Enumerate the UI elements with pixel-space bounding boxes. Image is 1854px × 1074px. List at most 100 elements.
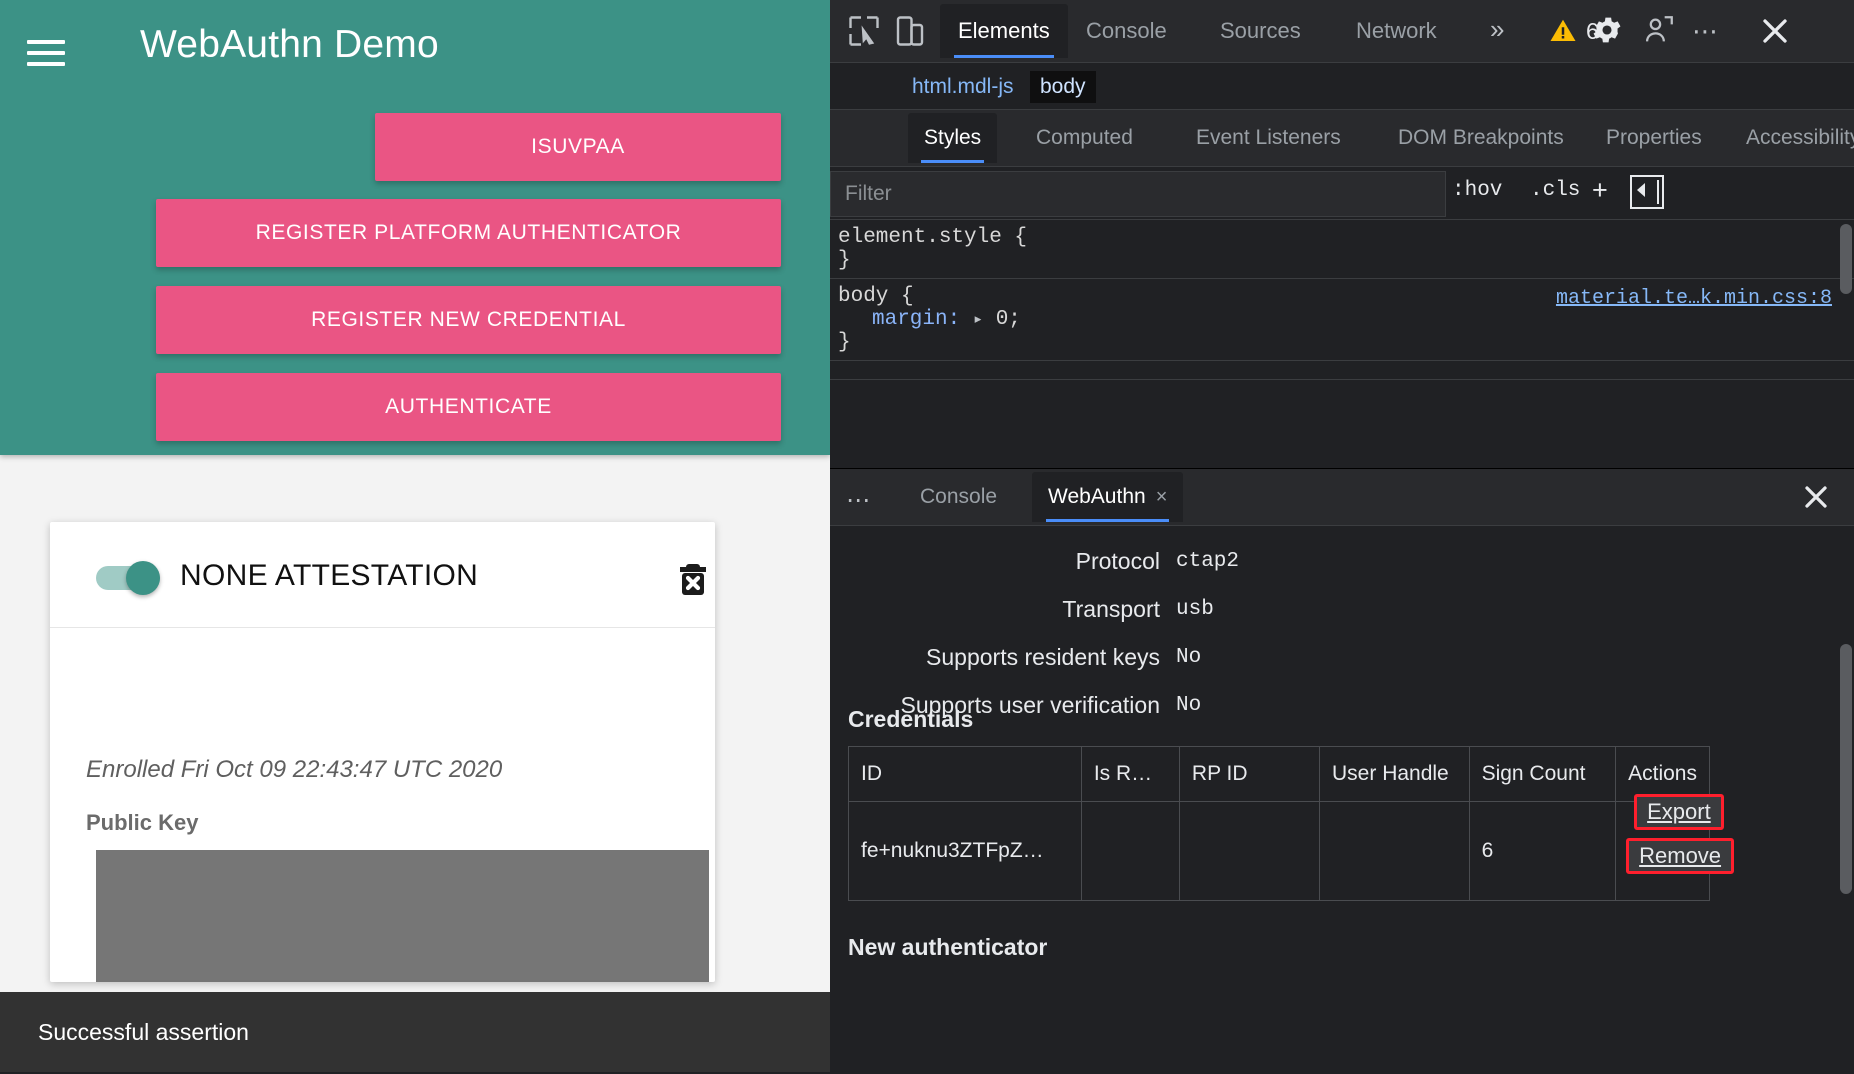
tab-console[interactable]: Console bbox=[1068, 4, 1185, 58]
tab-elements-label: Elements bbox=[958, 18, 1050, 44]
table-header-row: ID Is R… RP ID User Handle Sign Count Ac… bbox=[849, 747, 1710, 802]
device-toolbar-icon[interactable] bbox=[892, 13, 928, 49]
devtools-drawer: ⋯ Console WebAuthn × Protocol bbox=[830, 468, 1854, 1073]
styles-scrollbar[interactable] bbox=[1840, 224, 1852, 294]
hamburger-bar bbox=[27, 40, 65, 44]
cls-button[interactable]: .cls bbox=[1530, 179, 1580, 202]
isuvpaa-button[interactable]: ISUVPAA bbox=[375, 113, 781, 181]
tab-styles[interactable]: Styles bbox=[908, 113, 997, 163]
style-rule-element-style[interactable]: element.style { } bbox=[830, 220, 1854, 279]
style-rule-body[interactable]: body { material.te…k.min.css:8 margin: ▸… bbox=[830, 279, 1854, 361]
enrolled-timestamp: Enrolled Fri Oct 09 22:43:47 UTC 2020 bbox=[86, 756, 502, 784]
tab-sources-label: Sources bbox=[1220, 18, 1301, 44]
authenticator-property-protocol: Protocol bbox=[830, 548, 1160, 575]
drawer-tab-console-label: Console bbox=[920, 485, 997, 509]
toggle-sidebar-icon[interactable] bbox=[1630, 175, 1664, 209]
cell-is-resident bbox=[1081, 802, 1179, 901]
export-credential-button[interactable]: Export bbox=[1634, 794, 1724, 830]
inspect-cursor-icon[interactable] bbox=[846, 13, 882, 49]
declaration-value: 0; bbox=[996, 308, 1021, 331]
style-rule-partial bbox=[830, 361, 1854, 380]
style-declaration-margin[interactable]: margin: ▸ 0; bbox=[838, 308, 1854, 331]
drawer-close-icon[interactable] bbox=[1798, 479, 1834, 515]
cell-id: fe+nuknu3ZTFpZ… bbox=[849, 802, 1082, 901]
credentials-heading: Credentials bbox=[848, 706, 973, 733]
register-new-credential-button[interactable]: REGISTER NEW CREDENTIAL bbox=[156, 286, 781, 354]
column-header-is-resident[interactable]: Is R… bbox=[1081, 747, 1179, 802]
warning-triangle-icon bbox=[1548, 16, 1578, 46]
property-value-transport: usb bbox=[1176, 598, 1214, 621]
column-header-rp-id[interactable]: RP ID bbox=[1179, 747, 1319, 802]
styles-filter-input[interactable]: Filter bbox=[830, 171, 1446, 217]
authenticate-button[interactable]: AUTHENTICATE bbox=[156, 373, 781, 441]
tab-network[interactable]: Network bbox=[1338, 4, 1455, 58]
web-page-pane: WebAuthn Demo ISUVPAA REGISTER PLATFORM … bbox=[0, 0, 830, 1072]
drawer-tab-webauthn[interactable]: WebAuthn × bbox=[1032, 472, 1183, 522]
rule-close-brace: } bbox=[838, 331, 1854, 354]
tab-accessibility[interactable]: Accessibility bbox=[1730, 113, 1854, 163]
ellipsis-icon[interactable]: ⋯ bbox=[1692, 16, 1721, 47]
public-key-value-block bbox=[96, 850, 709, 982]
credential-card-header: NONE ATTESTATION bbox=[50, 522, 715, 628]
new-style-rule-button[interactable]: + bbox=[1592, 175, 1608, 206]
devtools-toolbar: Elements Console Sources Network » 6 bbox=[830, 0, 1854, 63]
close-icon[interactable] bbox=[1755, 11, 1795, 51]
styles-filter-placeholder: Filter bbox=[845, 182, 892, 206]
property-value-protocol: ctap2 bbox=[1176, 550, 1239, 573]
tab-computed[interactable]: Computed bbox=[1020, 113, 1149, 163]
tab-network-label: Network bbox=[1356, 18, 1437, 44]
styles-sidebar-tabs: Styles Computed Event Listeners DOM Brea… bbox=[830, 110, 1854, 167]
hamburger-bar bbox=[27, 51, 65, 55]
cast-profile-icon[interactable] bbox=[1642, 13, 1678, 49]
tab-properties[interactable]: Properties bbox=[1590, 113, 1718, 163]
breadcrumb-item-body[interactable]: body bbox=[1030, 71, 1096, 103]
property-key: Supports resident keys bbox=[926, 644, 1160, 671]
property-key: Transport bbox=[1062, 596, 1160, 623]
column-header-sign-count[interactable]: Sign Count bbox=[1469, 747, 1616, 802]
table-row[interactable]: fe+nuknu3ZTFpZ… 6 Export Remove bbox=[849, 802, 1710, 901]
breadcrumb: html.mdl-js body bbox=[830, 63, 1854, 110]
column-header-id[interactable]: ID bbox=[849, 747, 1082, 802]
attestation-toggle[interactable] bbox=[88, 564, 162, 592]
styles-rules-pane: element.style { } body { material.te…k.m… bbox=[830, 220, 1854, 395]
snackbar-message: Successful assertion bbox=[38, 1019, 249, 1046]
styles-filter-row: Filter :hov .cls + bbox=[830, 167, 1854, 220]
cell-actions: Export Remove bbox=[1616, 802, 1710, 901]
app-header: WebAuthn Demo ISUVPAA REGISTER PLATFORM … bbox=[0, 0, 830, 455]
drawer-tab-console[interactable]: Console bbox=[904, 472, 1013, 522]
credential-card: NONE ATTESTATION Enrolled Fri Oct 09 22:… bbox=[50, 522, 715, 982]
tab-dom-breakpoints[interactable]: DOM Breakpoints bbox=[1382, 113, 1580, 163]
tab-sources[interactable]: Sources bbox=[1202, 4, 1319, 58]
toggle-thumb bbox=[126, 561, 160, 595]
expand-arrow-icon[interactable]: ▸ bbox=[973, 311, 983, 330]
breadcrumb-item-html[interactable]: html.mdl-js bbox=[902, 71, 1024, 103]
column-header-user-handle[interactable]: User Handle bbox=[1320, 747, 1470, 802]
rule-selector: element.style { bbox=[838, 226, 1854, 249]
tab-event-listeners[interactable]: Event Listeners bbox=[1180, 113, 1357, 163]
cell-user-handle bbox=[1320, 802, 1470, 901]
hamburger-menu-icon[interactable] bbox=[27, 38, 65, 68]
drawer-tab-close-icon[interactable]: × bbox=[1156, 486, 1168, 509]
gear-icon[interactable] bbox=[1590, 13, 1626, 49]
tab-elements[interactable]: Elements bbox=[940, 4, 1068, 58]
register-platform-authenticator-button[interactable]: REGISTER PLATFORM AUTHENTICATOR bbox=[156, 199, 781, 267]
trash-delete-icon[interactable] bbox=[675, 562, 711, 598]
webauthn-scrollbar[interactable] bbox=[1840, 644, 1852, 894]
property-value-user-verification: No bbox=[1176, 694, 1201, 717]
chevron-double-right-icon[interactable]: » bbox=[1490, 14, 1504, 45]
remove-credential-button[interactable]: Remove bbox=[1626, 838, 1734, 874]
rule-close-brace: } bbox=[838, 249, 1854, 272]
hov-button[interactable]: :hov bbox=[1452, 179, 1502, 202]
drawer-more-icon[interactable]: ⋯ bbox=[846, 486, 873, 515]
property-value-resident-keys: No bbox=[1176, 646, 1201, 669]
public-key-label: Public Key bbox=[86, 810, 198, 836]
devtools-panel: Elements Console Sources Network » 6 bbox=[830, 0, 1854, 1072]
hamburger-bar bbox=[27, 62, 65, 66]
page-title: WebAuthn Demo bbox=[140, 23, 439, 67]
drawer-tab-webauthn-label: WebAuthn bbox=[1048, 485, 1146, 509]
declaration-name: margin bbox=[872, 308, 948, 331]
snackbar: Successful assertion bbox=[0, 992, 830, 1072]
new-authenticator-heading: New authenticator bbox=[848, 934, 1047, 961]
rule-source-link[interactable]: material.te…k.min.css:8 bbox=[1556, 287, 1832, 310]
property-key: Protocol bbox=[1076, 548, 1160, 575]
